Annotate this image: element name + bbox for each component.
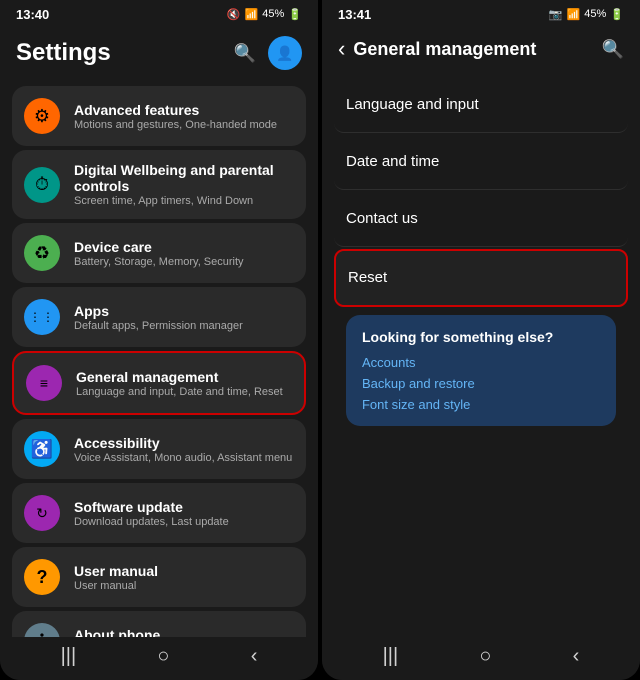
general-management-title: General management: [76, 369, 283, 385]
digital-wellbeing-text: Digital Wellbeing and parental controls …: [74, 162, 294, 207]
left-search-button[interactable]: 🔍: [234, 43, 256, 64]
right-battery-icon: 🔋: [610, 8, 624, 21]
suggestion-card-title: Looking for something else?: [362, 329, 600, 345]
settings-item-software-update[interactable]: ↻ Software update Download updates, Last…: [12, 483, 306, 543]
advanced-features-title: Advanced features: [74, 102, 277, 118]
left-nav-home[interactable]: ○: [157, 645, 169, 668]
right-item-reset[interactable]: Reset: [334, 249, 628, 307]
accessibility-text: Accessibility Voice Assistant, Mono audi…: [74, 435, 292, 464]
left-header-title: Settings: [16, 39, 111, 67]
left-bottom-nav: ||| ○ ‹: [0, 637, 318, 680]
settings-item-apps[interactable]: ⋮⋮ Apps Default apps, Permission manager: [12, 287, 306, 347]
mute-icon: 🔇: [227, 8, 241, 21]
left-header: Settings 🔍 👤: [0, 28, 318, 82]
left-time: 13:40: [16, 7, 49, 22]
contact-us-title: Contact us: [346, 210, 418, 227]
right-status-icons: 📷 📶 45% 🔋: [549, 8, 624, 21]
right-nav-home[interactable]: ○: [479, 645, 491, 668]
right-status-bar: 13:41 📷 📶 45% 🔋: [322, 0, 640, 28]
accessibility-icon: ♿: [24, 431, 60, 467]
advanced-features-icon: ⚙: [24, 98, 60, 134]
signal-icon: 📶: [245, 8, 259, 21]
reset-title: Reset: [348, 269, 387, 286]
user-manual-subtitle: User manual: [74, 580, 158, 592]
advanced-features-text: Advanced features Motions and gestures, …: [74, 102, 277, 131]
settings-item-accessibility[interactable]: ♿ Accessibility Voice Assistant, Mono au…: [12, 419, 306, 479]
right-time: 13:41: [338, 7, 371, 22]
right-search-button[interactable]: 🔍: [602, 39, 624, 60]
general-management-text: General management Language and input, D…: [76, 369, 283, 398]
settings-item-device-care[interactable]: ♻ Device care Battery, Storage, Memory, …: [12, 223, 306, 283]
left-nav-recent[interactable]: |||: [61, 645, 77, 668]
settings-item-advanced-features[interactable]: ⚙ Advanced features Motions and gestures…: [12, 86, 306, 146]
settings-item-about-phone[interactable]: ℹ About phone Status, Legal information,…: [12, 611, 306, 637]
suggestion-card: Looking for something else? Accounts Bac…: [346, 315, 616, 426]
digital-wellbeing-icon: ⏱: [24, 167, 60, 203]
user-manual-text: User manual User manual: [74, 563, 158, 592]
about-phone-text: About phone Status, Legal information, P…: [74, 627, 264, 638]
advanced-features-subtitle: Motions and gestures, One-handed mode: [74, 119, 277, 131]
settings-item-digital-wellbeing[interactable]: ⏱ Digital Wellbeing and parental control…: [12, 150, 306, 219]
avatar-icon: 👤: [276, 45, 293, 62]
left-avatar-button[interactable]: 👤: [268, 36, 302, 70]
right-item-date-time[interactable]: Date and time: [334, 135, 628, 190]
apps-text: Apps Default apps, Permission manager: [74, 303, 243, 332]
apps-icon: ⋮⋮: [24, 299, 60, 335]
right-nav-recent[interactable]: |||: [383, 645, 399, 668]
right-nav-back[interactable]: ‹: [573, 645, 580, 668]
right-bottom-nav: ||| ○ ‹: [322, 637, 640, 680]
battery-label: 45%: [262, 8, 284, 20]
software-update-text: Software update Download updates, Last u…: [74, 499, 229, 528]
device-care-title: Device care: [74, 239, 244, 255]
software-update-subtitle: Download updates, Last update: [74, 516, 229, 528]
software-update-title: Software update: [74, 499, 229, 515]
apps-subtitle: Default apps, Permission manager: [74, 320, 243, 332]
settings-item-general-management[interactable]: ≡ General management Language and input,…: [12, 351, 306, 415]
left-header-icons: 🔍 👤: [234, 36, 302, 70]
left-status-icons: 🔇 📶 45% 🔋: [227, 8, 302, 21]
back-button[interactable]: ‹: [338, 36, 345, 62]
software-update-icon: ↻: [24, 495, 60, 531]
battery-icon: 🔋: [288, 8, 302, 21]
settings-item-user-manual[interactable]: ? User manual User manual: [12, 547, 306, 607]
general-management-icon: ≡: [26, 365, 62, 401]
digital-wellbeing-title: Digital Wellbeing and parental controls: [74, 162, 294, 194]
right-signal-icon: 📶: [567, 8, 581, 21]
suggestion-accounts-link[interactable]: Accounts: [362, 355, 600, 370]
camera-icon: 📷: [549, 8, 563, 21]
suggestion-backup-link[interactable]: Backup and restore: [362, 376, 600, 391]
right-battery-label: 45%: [584, 8, 606, 20]
about-phone-icon: ℹ: [24, 623, 60, 637]
right-item-language-input[interactable]: Language and input: [334, 78, 628, 133]
divider: [318, 0, 320, 680]
left-status-bar: 13:40 🔇 📶 45% 🔋: [0, 0, 318, 28]
user-manual-title: User manual: [74, 563, 158, 579]
device-care-icon: ♻: [24, 235, 60, 271]
right-header-title: General management: [353, 39, 601, 60]
accessibility-title: Accessibility: [74, 435, 292, 451]
left-nav-back[interactable]: ‹: [251, 645, 258, 668]
right-item-contact-us[interactable]: Contact us: [334, 192, 628, 247]
date-time-title: Date and time: [346, 153, 439, 170]
suggestion-font-link[interactable]: Font size and style: [362, 397, 600, 412]
right-panel: 13:41 📷 📶 45% 🔋 ‹ General management 🔍 L…: [322, 0, 640, 680]
user-manual-icon: ?: [24, 559, 60, 595]
language-input-title: Language and input: [346, 96, 479, 113]
left-panel: 13:40 🔇 📶 45% 🔋 Settings 🔍 👤 ⚙ Advanced …: [0, 0, 318, 680]
digital-wellbeing-subtitle: Screen time, App timers, Wind Down: [74, 195, 294, 207]
settings-list: ⚙ Advanced features Motions and gestures…: [0, 82, 318, 637]
accessibility-subtitle: Voice Assistant, Mono audio, Assistant m…: [74, 452, 292, 464]
device-care-subtitle: Battery, Storage, Memory, Security: [74, 256, 244, 268]
device-care-text: Device care Battery, Storage, Memory, Se…: [74, 239, 244, 268]
right-header: ‹ General management 🔍: [322, 28, 640, 74]
general-management-subtitle: Language and input, Date and time, Reset: [76, 386, 283, 398]
apps-title: Apps: [74, 303, 243, 319]
right-settings-list: Language and input Date and time Contact…: [322, 74, 640, 637]
about-phone-title: About phone: [74, 627, 264, 638]
